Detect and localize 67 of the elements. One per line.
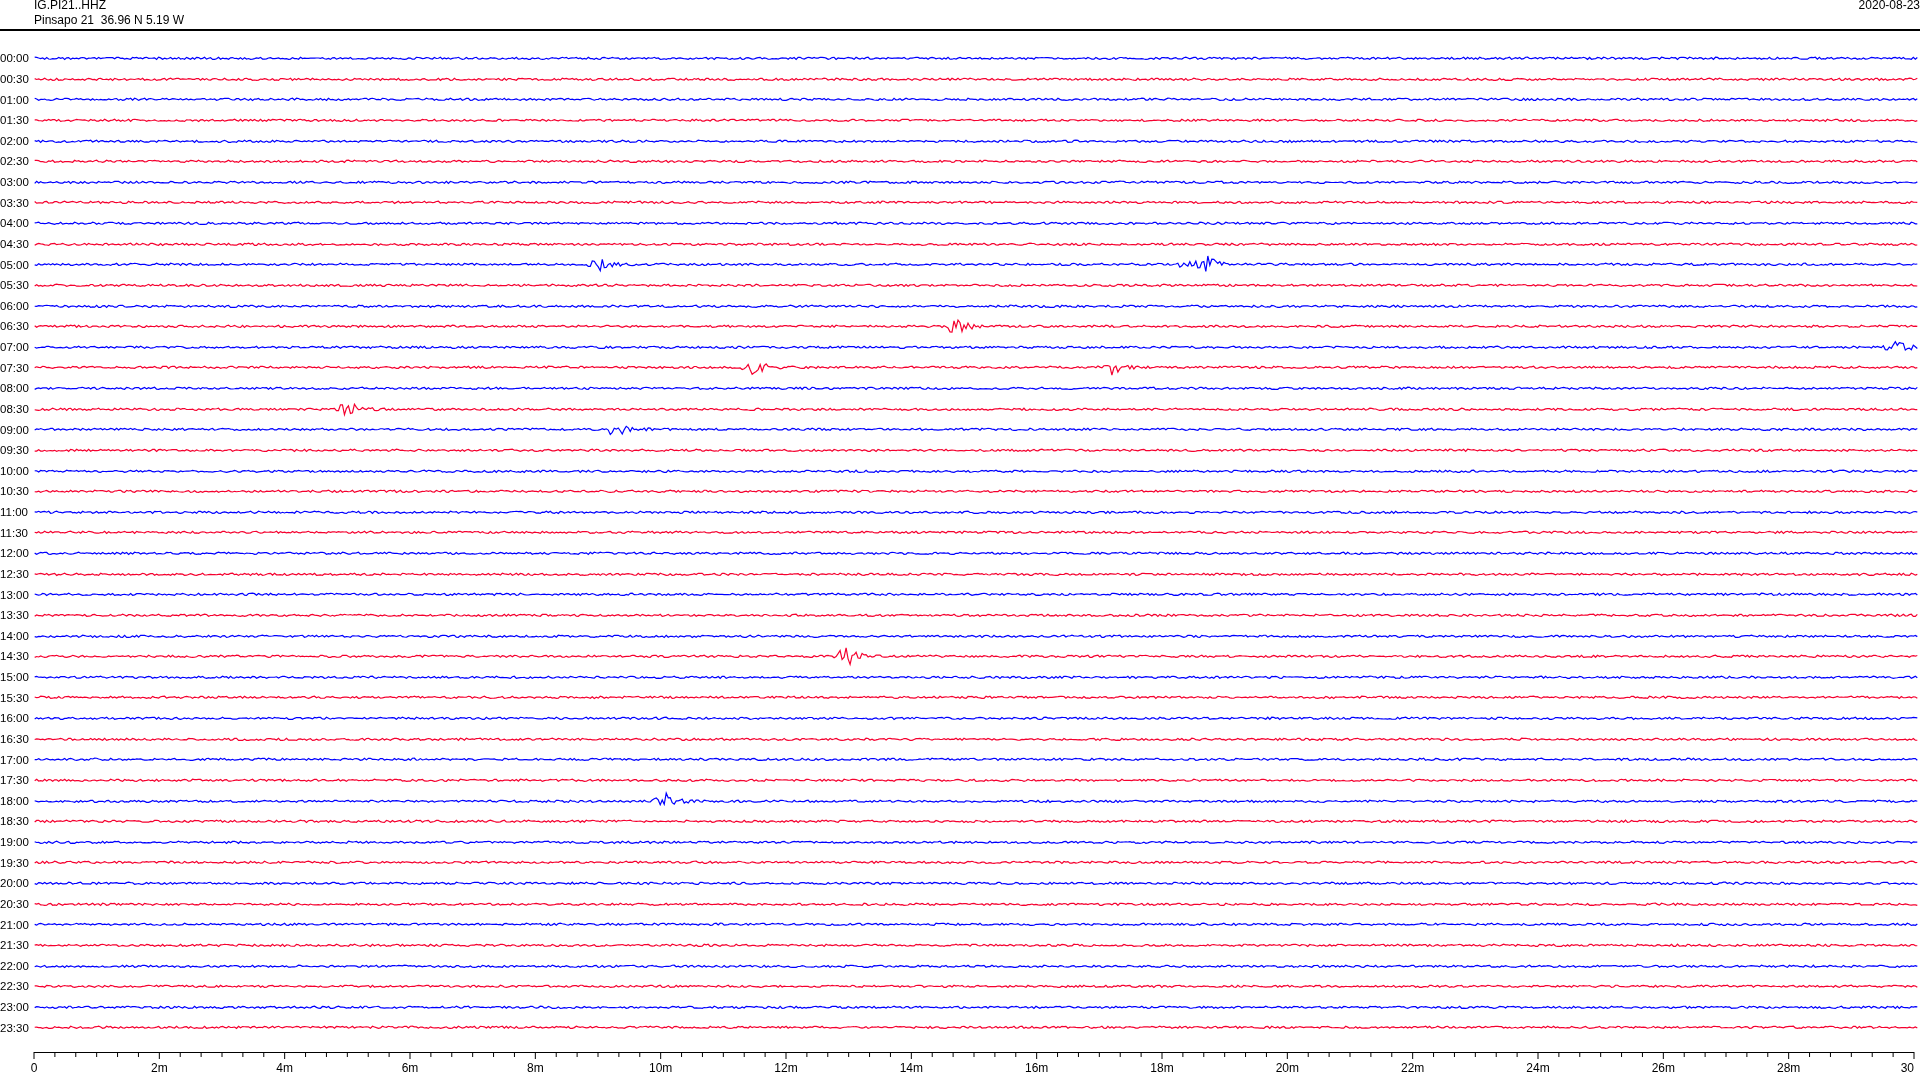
plot-date: 2020-08-23 bbox=[1858, 0, 1920, 14]
time-label: 14:30 bbox=[0, 650, 30, 663]
axis-tick-label: 20m bbox=[1275, 1061, 1299, 1075]
time-label: 16:30 bbox=[0, 732, 30, 745]
time-label: 01:30 bbox=[0, 114, 30, 127]
time-label: 13:30 bbox=[0, 609, 30, 622]
time-label: 22:30 bbox=[0, 980, 30, 993]
axis-tick-label: 16m bbox=[1025, 1061, 1049, 1075]
time-label: 08:30 bbox=[0, 402, 30, 415]
time-label: 15:00 bbox=[0, 671, 30, 684]
time-label: 02:00 bbox=[0, 134, 30, 147]
time-label: 11:00 bbox=[0, 506, 29, 519]
time-label: 03:30 bbox=[0, 196, 30, 209]
time-label: 21:00 bbox=[0, 918, 30, 931]
station-info: Pinsapo 21 36.96 N 5.19 W bbox=[34, 13, 185, 28]
axis-tick-label: 30 bbox=[1900, 1061, 1914, 1075]
axis-tick-label: 14m bbox=[899, 1061, 923, 1075]
time-label: 18:30 bbox=[0, 815, 30, 828]
time-label: 04:00 bbox=[0, 217, 30, 230]
axis-tick-label: 0 bbox=[30, 1061, 38, 1075]
time-label: 00:30 bbox=[0, 72, 30, 85]
time-label: 06:00 bbox=[0, 299, 30, 312]
axis-tick-label: 26m bbox=[1651, 1061, 1675, 1075]
time-label: 20:00 bbox=[0, 877, 30, 890]
time-label: 02:30 bbox=[0, 155, 30, 168]
time-label: 00:00 bbox=[0, 52, 30, 65]
axis-tick-label: 22m bbox=[1401, 1061, 1425, 1075]
time-label: 15:30 bbox=[0, 691, 30, 704]
axis-tick-label: 8m bbox=[527, 1061, 544, 1075]
time-label: 09:30 bbox=[0, 444, 30, 457]
time-label: 08:00 bbox=[0, 382, 30, 395]
time-label: 20:30 bbox=[0, 897, 30, 910]
time-label: 16:00 bbox=[0, 712, 30, 725]
time-label: 17:30 bbox=[0, 774, 30, 787]
time-label: 04:30 bbox=[0, 237, 30, 250]
time-label: 07:00 bbox=[0, 341, 30, 354]
axis-tick-label: 2m bbox=[151, 1061, 168, 1075]
time-label: 09:00 bbox=[0, 423, 30, 436]
time-label: 17:00 bbox=[0, 753, 30, 766]
time-label: 19:00 bbox=[0, 836, 30, 849]
axis-tick-label: 24m bbox=[1526, 1061, 1550, 1075]
time-label: 22:00 bbox=[0, 959, 30, 972]
time-label: 12:00 bbox=[0, 547, 30, 560]
axis-tick-label: 12m bbox=[774, 1061, 798, 1075]
time-label: 11:30 bbox=[0, 526, 29, 539]
time-label: 19:30 bbox=[0, 856, 30, 869]
axis-tick-label: 10m bbox=[649, 1061, 673, 1075]
station-code: IG.PI21..HHZ bbox=[34, 0, 108, 13]
axis-tick-label: 4m bbox=[276, 1061, 293, 1075]
time-label: 05:00 bbox=[0, 258, 30, 271]
time-label: 01:00 bbox=[0, 93, 30, 106]
axis-tick-label: 28m bbox=[1777, 1061, 1801, 1075]
axis-tick-label: 18m bbox=[1150, 1061, 1174, 1075]
time-label: 21:30 bbox=[0, 939, 30, 952]
time-label: 10:30 bbox=[0, 485, 30, 498]
time-label: 18:00 bbox=[0, 794, 30, 807]
time-label: 23:00 bbox=[0, 1001, 30, 1014]
time-label: 14:00 bbox=[0, 629, 30, 642]
time-label: 13:00 bbox=[0, 588, 30, 601]
time-label: 06:30 bbox=[0, 320, 30, 333]
axis-tick-label: 6m bbox=[401, 1061, 419, 1075]
time-label: 12:30 bbox=[0, 567, 30, 580]
time-label: 23:30 bbox=[0, 1021, 30, 1034]
time-label: 10:00 bbox=[0, 464, 30, 477]
time-label: 03:00 bbox=[0, 176, 30, 189]
time-label: 07:30 bbox=[0, 361, 30, 374]
time-label: 05:30 bbox=[0, 279, 30, 292]
